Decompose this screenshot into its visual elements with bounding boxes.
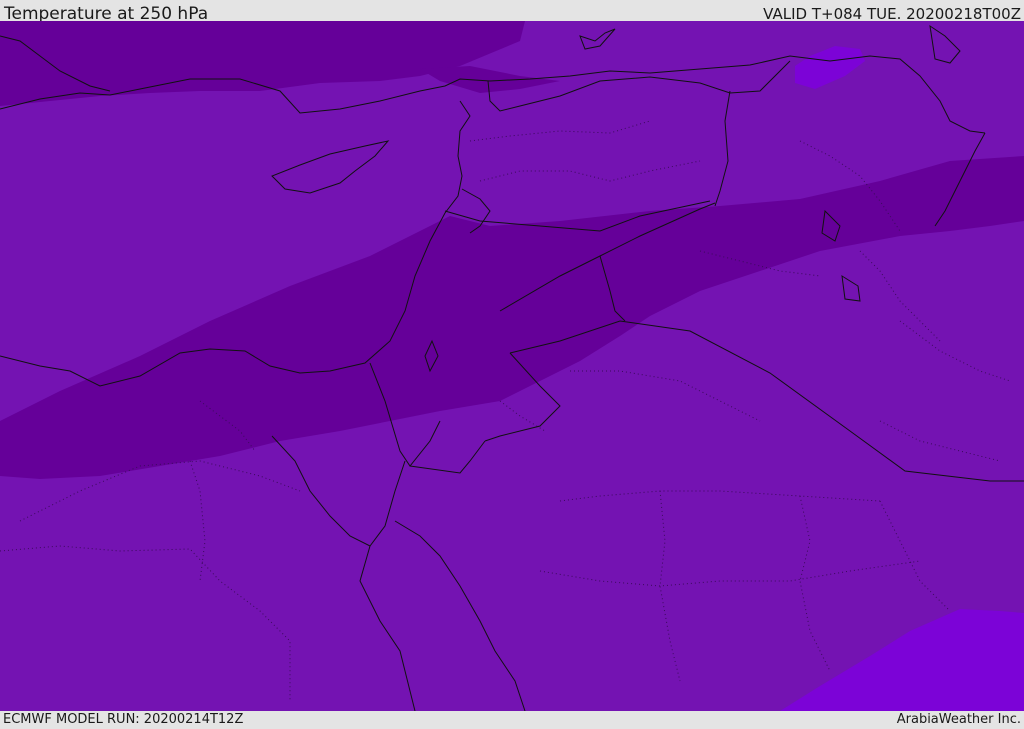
temperature-map: [0, 21, 1024, 711]
credit-label: ArabiaWeather Inc.: [896, 712, 1021, 727]
header-bar: Temperature at 250 hPa VALID T+084 TUE. …: [0, 0, 1024, 24]
model-run-label: ECMWF MODEL RUN: 20200214T12Z: [3, 712, 244, 727]
map-canvas: [0, 21, 1024, 711]
footer-bar: ECMWF MODEL RUN: 20200214T12Z ArabiaWeat…: [0, 711, 1024, 729]
